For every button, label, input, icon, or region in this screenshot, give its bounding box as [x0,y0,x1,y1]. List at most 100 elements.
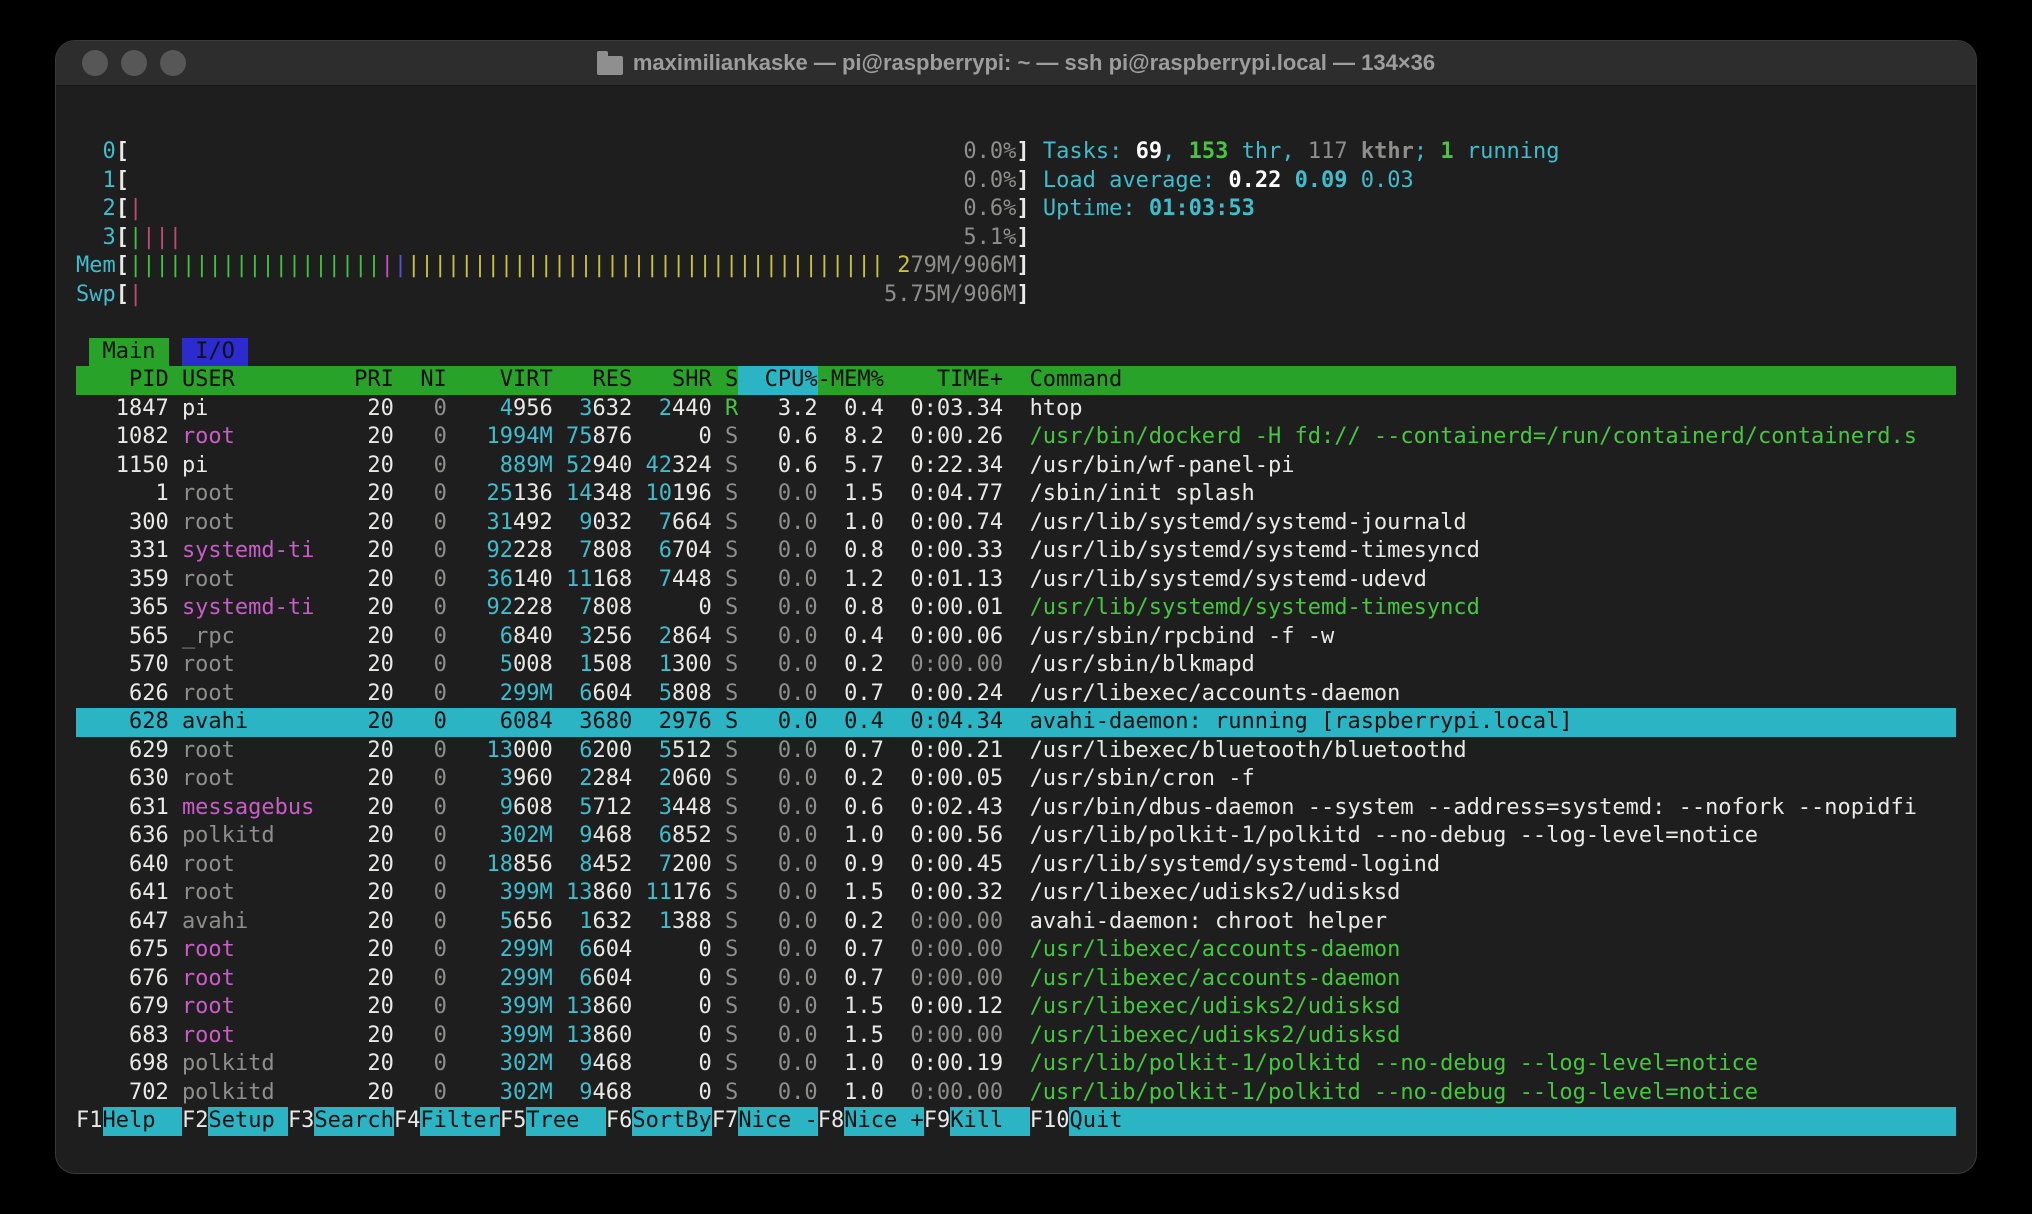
text-segment: | [381,253,394,278]
process-row[interactable]: 630root200396022842060S0.00.20:00.05/usr… [76,765,1956,794]
process-row[interactable]: 631messagebus200960857123448S0.00.60:02.… [76,794,1956,823]
fnkey-f8[interactable]: F8 [818,1107,845,1136]
text-segment: 808 [592,595,632,620]
text-segment: 0:00.01 [910,595,1003,620]
tab-io[interactable]: I/O [182,338,248,367]
cell-ni: 0 [394,765,447,794]
cell-s: S [712,651,738,680]
cell-user: polkitd [169,1050,328,1079]
process-row[interactable]: 626root200299M66045808S0.00.70:00.24/usr… [76,680,1956,709]
column-header-shr[interactable]: SHR [632,366,711,395]
text-segment: 0 [434,1051,447,1076]
cell-user: systemd-ti [169,594,328,623]
process-row[interactable]: 641root200399M1386011176S0.01.50:00.32/u… [76,879,1956,908]
cell-cmd: /usr/libexec/udisks2/udisksd [1003,879,1956,908]
text-segment: 2 [659,766,672,791]
fnlabel-quit[interactable]: Quit [1069,1107,1956,1136]
text-segment: 864 [672,624,712,649]
process-row[interactable]: 698polkitd200302M94680S0.01.00:00.19/usr… [76,1050,1956,1079]
column-header-ni[interactable]: NI [394,366,447,395]
text-segment: avahi [182,909,248,934]
text-segment: 0:00.56 [910,823,1003,848]
fnkey-f4[interactable]: F4 [394,1107,421,1136]
process-row[interactable]: 679root200399M138600S0.01.50:00.12/usr/l… [76,993,1956,1022]
text-segment: 0 [434,738,447,763]
process-row[interactable]: 1847pi200495636322440R3.20.40:03.34htop [76,395,1956,424]
fnlabel-search[interactable]: Search [314,1107,393,1136]
process-row[interactable]: 365systemd-ti2009222878080S0.00.80:00.01… [76,594,1956,623]
column-header-virt[interactable]: VIRT [447,366,553,395]
fnlabel-nice+[interactable]: Nice + [844,1107,923,1136]
htop-screen: 0[0.0%]Tasks: 69, 153 thr, 117 kthr; 1 r… [56,86,1976,1136]
text-segment: 608 [513,795,553,820]
process-row[interactable]: 300root2003149290327664S0.01.00:00.74/us… [76,509,1956,538]
tab-main[interactable]: Main [89,338,168,367]
fnkey-f6[interactable]: F6 [606,1107,633,1136]
process-row[interactable]: 640root2001885684527200S0.00.90:00.45/us… [76,851,1956,880]
cell-ni: 0 [394,1022,447,1051]
column-header-s[interactable]: S [712,366,738,395]
cell-pri: 20 [328,395,394,424]
fnkey-f7[interactable]: F7 [712,1107,739,1136]
process-row[interactable]: 702polkitd200302M94680S0.01.00:00.00/usr… [76,1079,1956,1108]
fnkey-f5[interactable]: F5 [500,1107,527,1136]
text-segment: 20 [367,453,394,478]
process-row[interactable]: 565_rpc200684032562864S0.00.40:00.06/usr… [76,623,1956,652]
fnkey-f1[interactable]: F1 [76,1107,103,1136]
process-row[interactable]: 683root200399M138600S0.01.50:00.00/usr/l… [76,1022,1956,1051]
cell-pri: 20 [328,965,394,994]
process-row[interactable]: 636polkitd200302M94686852S0.01.00:00.56/… [76,822,1956,851]
text-segment: 702 [129,1080,169,1105]
text-segment: S [725,595,738,620]
minimize-button[interactable] [121,50,147,76]
column-header-cpu[interactable]: CPU% [738,366,817,395]
process-row[interactable]: 675root200299M66040S0.00.70:00.00/usr/li… [76,936,1956,965]
column-header-cmd[interactable]: Command [1003,366,1956,395]
text-segment: 508 [592,652,632,677]
load-average: Load average: 0.22 0.09 0.03 [1043,167,1414,196]
zoom-button[interactable] [160,50,186,76]
column-header-res[interactable]: RES [553,366,632,395]
cell-shr: 2060 [632,765,711,794]
process-row[interactable]: 359root20036140111687448S0.01.20:01.13/u… [76,566,1956,595]
text-segment: /usr/sbin/rpcbind -f -w [1030,624,1335,649]
text-segment: 630 [129,766,169,791]
cell-user: root [169,680,328,709]
fnlabel-help[interactable]: Help [103,1107,182,1136]
process-row[interactable]: 1150pi200889M5294042324S0.65.70:22.34/us… [76,452,1956,481]
process-row[interactable]: 629root2001300062005512S0.00.70:00.21/us… [76,737,1956,766]
cell-shr: 0 [632,1079,711,1108]
process-row[interactable]: 331systemd-ti2009222878086704S0.00.80:00… [76,537,1956,566]
cell-res: 1632 [553,908,632,937]
fnkey-f10[interactable]: F10 [1030,1107,1070,1136]
cell-cmd: /usr/lib/polkit-1/polkitd --no-debug --l… [1003,1079,1956,1108]
column-header-pid[interactable]: PID [76,366,169,395]
close-button[interactable] [82,50,108,76]
column-header-pri[interactable]: PRI [328,366,394,395]
process-row[interactable]: 647avahi200565616321388S0.00.20:00.00ava… [76,908,1956,937]
cell-shr: 0 [632,423,711,452]
process-row[interactable]: 676root200299M66040S0.00.70:00.00/usr/li… [76,965,1956,994]
text-segment: 20 [367,681,394,706]
column-header-mem[interactable]: -MEM% [818,366,884,395]
cell-virt: 31492 [447,509,553,538]
fnkey-f3[interactable]: F3 [288,1107,315,1136]
process-row[interactable]: 570root200500815081300S0.00.20:00.00/usr… [76,651,1956,680]
text-segment: 0 [434,1023,447,1048]
fnlabel-nice-[interactable]: Nice - [738,1107,817,1136]
fnlabel-filter[interactable]: Filter [420,1107,499,1136]
fnkey-f9[interactable]: F9 [924,1107,951,1136]
fnlabel-kill[interactable]: Kill [950,1107,1029,1136]
column-header-user[interactable]: USER [169,366,328,395]
process-row[interactable]: 628avahi200608436802976S0.00.40:04.34ava… [76,708,1956,737]
fnlabel-sortby[interactable]: SortBy [632,1107,711,1136]
fnlabel-setup[interactable]: Setup [208,1107,287,1136]
column-header-time[interactable]: TIME+ [884,366,1003,395]
process-row[interactable]: 1082root2001994M758760S0.68.20:00.26/usr… [76,423,1956,452]
cell-mem: 0.4 [818,708,884,737]
cpu-meter-3: 3[||||5.1%] [76,224,1956,253]
process-row[interactable]: 1root200251361434810196S0.01.50:04.77/sb… [76,480,1956,509]
fnlabel-tree[interactable]: Tree [526,1107,605,1136]
text-segment: 0 [434,709,447,734]
fnkey-f2[interactable]: F2 [182,1107,209,1136]
